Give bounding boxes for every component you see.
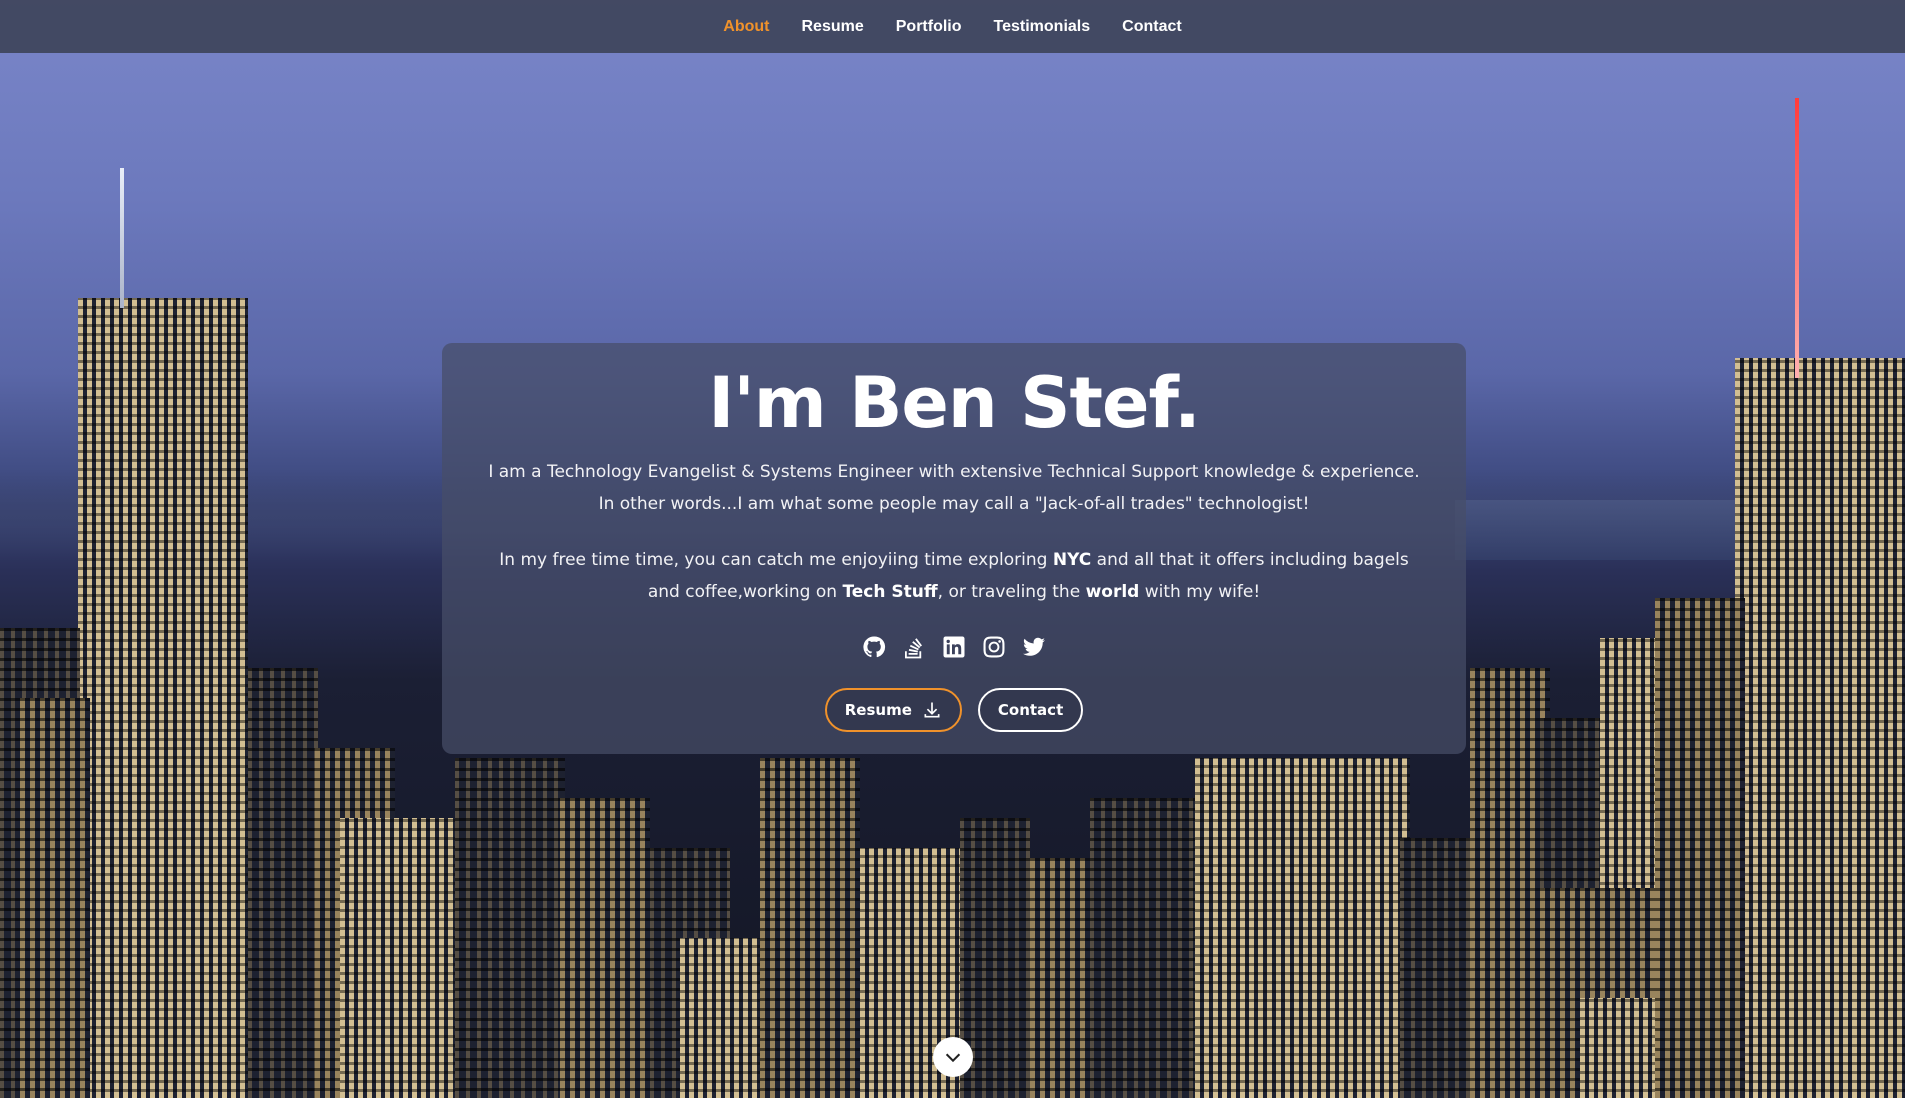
scroll-down-button[interactable] <box>933 1037 973 1077</box>
nav-resume[interactable]: Resume <box>802 18 864 36</box>
github-icon[interactable] <box>862 635 886 659</box>
main-navbar: About Resume Portfolio Testimonials Cont… <box>0 0 1905 53</box>
free-time-text-1: In my free time time, you can catch me e… <box>499 550 1053 570</box>
free-time-text-4: with my wife! <box>1139 582 1261 602</box>
free-time-paragraph: In my free time time, you can catch me e… <box>484 544 1424 608</box>
hero-title: I'm Ben Stef. <box>708 362 1200 444</box>
twitter-icon[interactable] <box>1022 635 1046 659</box>
free-time-bold-nyc: NYC <box>1052 550 1092 570</box>
chevron-down-icon <box>945 1053 961 1063</box>
resume-button-label: Resume <box>844 701 912 719</box>
linkedin-icon[interactable] <box>942 635 966 659</box>
intro-card: I'm Ben Stef. I am a Technology Evangeli… <box>442 343 1466 754</box>
free-time-bold-world: world <box>1085 582 1140 602</box>
free-time-bold-tech: Tech Stuff <box>842 582 938 602</box>
contact-button-label: Contact <box>997 701 1064 719</box>
intro-paragraph: I am a Technology Evangelist & Systems E… <box>488 462 1420 514</box>
nav-about[interactable]: About <box>723 18 769 36</box>
hero-buttons: Resume Contact <box>442 688 1466 732</box>
stackoverflow-icon[interactable] <box>902 635 926 659</box>
social-links <box>442 632 1466 662</box>
download-icon <box>924 702 940 718</box>
nav-portfolio[interactable]: Portfolio <box>896 18 962 36</box>
nav-testimonials[interactable]: Testimonials <box>994 18 1091 36</box>
free-time-text-3: , or traveling the <box>937 582 1086 602</box>
contact-button[interactable]: Contact <box>977 688 1084 732</box>
instagram-icon[interactable] <box>982 635 1006 659</box>
nav-contact[interactable]: Contact <box>1122 18 1182 36</box>
resume-download-button[interactable]: Resume <box>824 688 962 732</box>
